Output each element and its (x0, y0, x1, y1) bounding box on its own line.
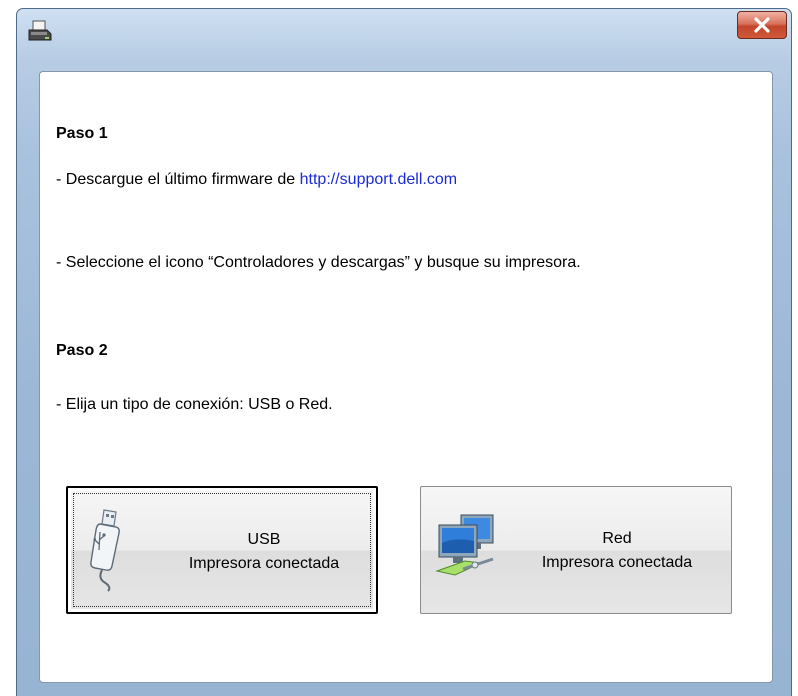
close-icon (753, 17, 771, 33)
usb-drive-icon (82, 506, 132, 597)
step1-heading: Paso 1 (56, 125, 108, 142)
step2-heading: Paso 2 (56, 342, 108, 359)
network-button-subtitle: Impresora conectada (541, 554, 693, 571)
download-instruction: - Descargue el último firmware de http:/… (56, 171, 457, 189)
usb-button[interactable]: USB Impresora conectada (66, 486, 378, 614)
choose-instruction: - Elija un tipo de conexión: USB o Red. (56, 396, 333, 413)
download-prefix: - Descargue el último firmware de (56, 171, 300, 188)
dialog-window: Paso 1 - Descargue el último firmware de… (16, 8, 792, 696)
usb-button-subtitle: Impresora conectada (188, 555, 340, 572)
support-link[interactable]: http://support.dell.com (300, 171, 457, 188)
network-computers-icon (435, 513, 499, 584)
network-button-title: Red (602, 530, 632, 547)
network-button[interactable]: Red Impresora conectada (420, 486, 732, 614)
select-instruction: - Seleccione el icono “Controladores y d… (56, 254, 581, 271)
title-bar[interactable] (17, 9, 791, 57)
printer-icon (27, 19, 53, 45)
usb-button-label: USB Impresora conectada (164, 528, 364, 576)
close-button[interactable] (737, 11, 787, 39)
dialog-content: Paso 1 - Descargue el último firmware de… (39, 71, 773, 683)
network-button-label: Red Impresora conectada (517, 527, 717, 575)
usb-button-title: USB (247, 531, 281, 548)
